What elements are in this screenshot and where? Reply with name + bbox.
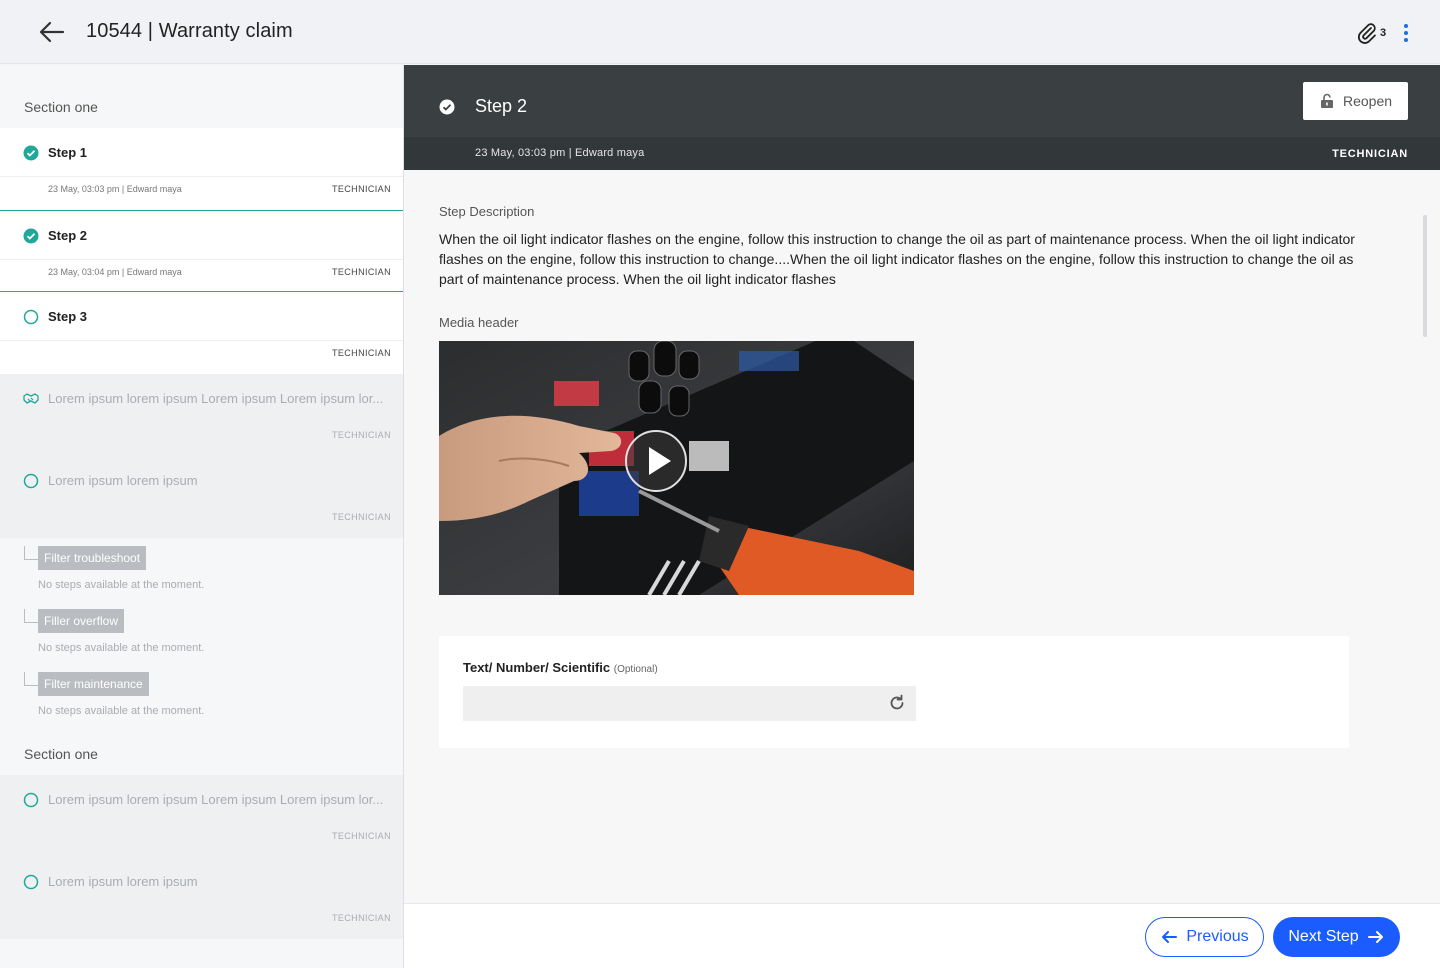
empty-circle-icon [23,309,39,325]
next-step-button[interactable]: Next Step [1273,917,1400,957]
step-role: TECHNICIAN [1332,148,1408,160]
step-label: Step 3 [48,309,88,324]
step-title: Step 2 [475,96,528,116]
empty-circle-icon [23,792,39,808]
scrollbar[interactable] [1423,215,1427,337]
previous-button[interactable]: Previous [1145,917,1264,957]
step-item-7[interactable]: Lorem ipsum lorem ipsum TECHNICIAN [0,857,403,939]
arrow-left-icon [1162,931,1178,943]
step-detail-panel: Step 2 23 May, 03:03 pm | Edward maya TE… [404,65,1440,968]
description-text: When the oil light indicator flashes on … [439,231,1355,287]
step-label: Lorem ipsum lorem ipsum [48,874,198,889]
empty-message: No steps available at the moment. [38,579,205,591]
step-item-5[interactable]: Lorem ipsum lorem ipsum TECHNICIAN [0,456,403,538]
reopen-button[interactable]: Reopen [1303,82,1408,120]
section-title: Section one [24,99,98,115]
attachment-count: 3 [1380,27,1387,39]
step-label: Step 2 [48,228,88,243]
reopen-label: Reopen [1342,93,1393,109]
optional-tag: (Optional) [613,664,658,675]
empty-message: No steps available at the moment. [38,705,205,717]
tree-connector [24,609,38,623]
steps-sidebar: Section one Step 1 23 May, 03:03 pm | Ed… [0,65,404,968]
step-header: Step 2 23 May, 03:03 pm | Edward maya TE… [404,65,1440,170]
unlock-icon [1320,93,1333,108]
step-item-6[interactable]: Lorem ipsum lorem ipsum Lorem ipsum Lore… [0,775,403,857]
step-meta: 23 May, 03:03 pm | Edward maya [48,184,182,194]
step-label: Lorem ipsum lorem ipsum Lorem ipsum Lore… [48,792,384,807]
step-item-3[interactable]: Step 3 TECHNICIAN [0,292,403,374]
step-label: Lorem ipsum lorem ipsum [48,473,198,488]
text-number-input[interactable] [463,686,916,721]
check-circle-icon [23,145,39,161]
step-role: TECHNICIAN [331,184,391,194]
sub-group-chip[interactable]: Filter maintenance [38,672,149,696]
step-label: Lorem ipsum lorem ipsum Lorem ipsum Lore… [48,391,384,406]
empty-message: No steps available at the moment. [38,642,205,654]
section-title: Section one [24,746,98,762]
step-item-1[interactable]: Step 1 23 May, 03:03 pm | Edward maya TE… [0,128,403,210]
arrow-right-icon [1367,931,1383,943]
paperclip-icon [1358,23,1376,44]
page-title: 10544 | Warranty claim [86,20,293,42]
step-role: TECHNICIAN [331,430,391,440]
step-role: TECHNICIAN [331,831,391,841]
step-role: TECHNICIAN [331,348,391,358]
step-label: Step 1 [48,145,88,160]
step-item-4[interactable]: Lorem ipsum lorem ipsum Lorem ipsum Lore… [0,374,403,456]
step-meta: 23 May, 03:03 pm | Edward maya [475,147,645,159]
check-circle-icon [23,228,39,244]
description-label: Step Description [439,204,535,219]
more-options-icon[interactable] [1398,22,1414,44]
step-role: TECHNICIAN [331,913,391,923]
step-item-2[interactable]: Step 2 23 May, 03:04 pm | Edward maya TE… [0,210,403,292]
input-label: Text/ Number/ Scientific (Optional) [463,660,658,675]
input-card: Text/ Number/ Scientific (Optional) [439,636,1349,748]
step-role: TECHNICIAN [331,512,391,522]
attachments-button[interactable]: 3 [1356,22,1386,44]
previous-label: Previous [1186,928,1249,945]
input-label-text: Text/ Number/ Scientific [463,660,611,675]
sub-group-chip[interactable]: Filler overflow [38,609,125,633]
footer-bar: Previous Next Step [404,903,1440,968]
check-circle-icon [439,99,455,115]
handshake-icon [23,393,39,404]
empty-circle-icon [23,874,39,890]
step-meta: 23 May, 03:04 pm | Edward maya [48,267,182,277]
empty-circle-icon [23,473,39,489]
step-role: TECHNICIAN [331,267,391,277]
top-bar: 10544 | Warranty claim 3 [0,0,1440,64]
back-arrow-icon[interactable] [36,16,68,48]
video-player[interactable] [439,341,914,595]
next-label: Next Step [1288,928,1359,945]
sub-group-chip[interactable]: Filter troubleshoot [38,546,147,570]
tree-connector [24,672,38,686]
video-thumbnail [439,341,914,595]
media-label: Media header [439,315,519,330]
tree-connector [24,546,38,560]
refresh-icon[interactable] [887,693,907,713]
